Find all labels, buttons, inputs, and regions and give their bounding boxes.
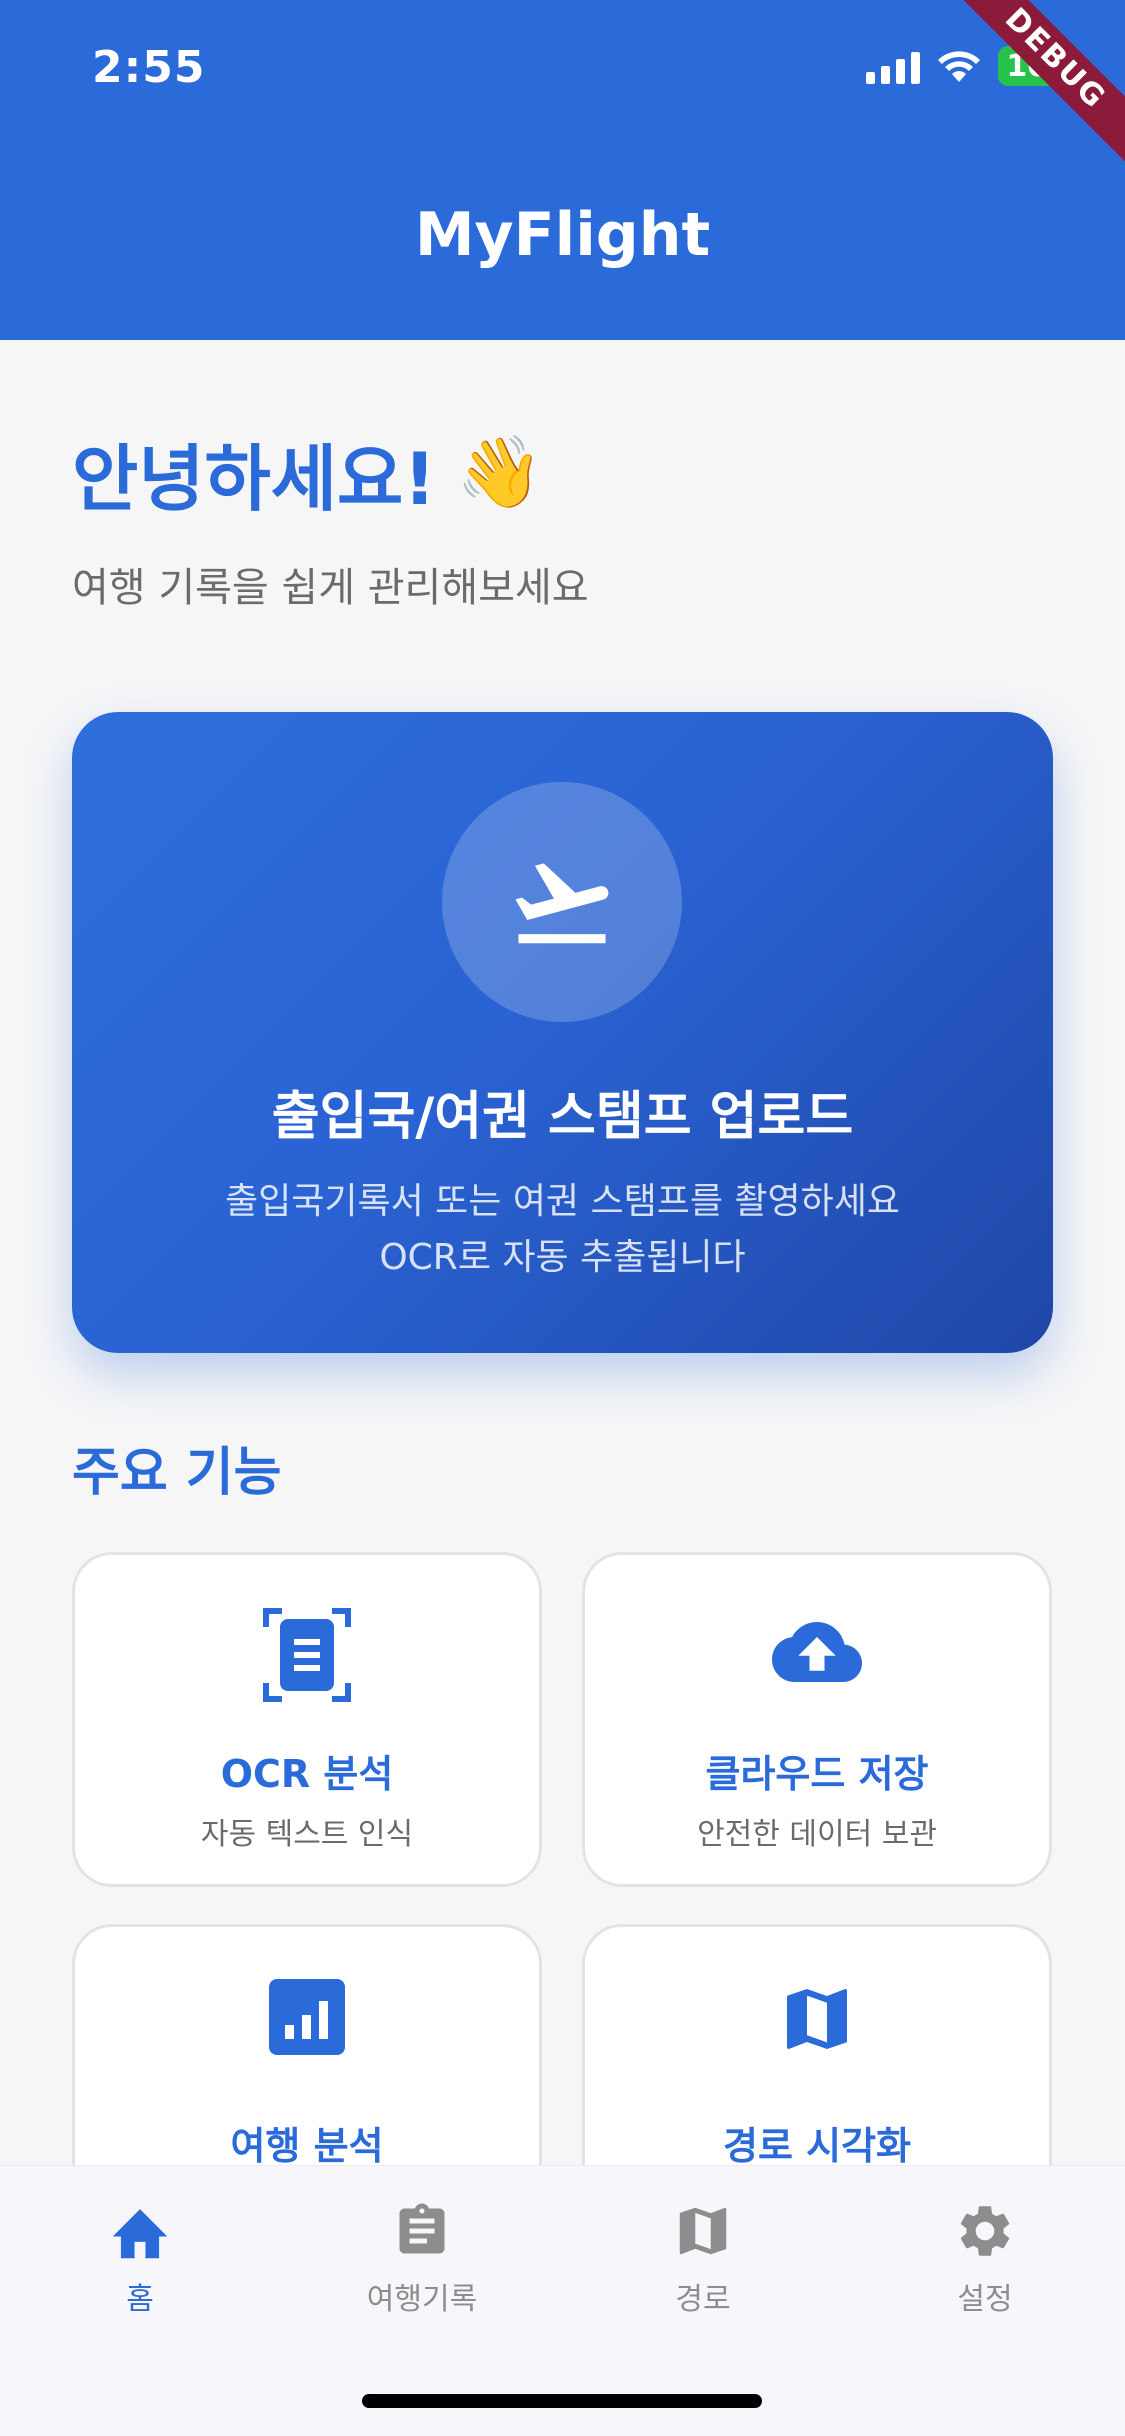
home-icon <box>112 2209 168 2259</box>
upload-description: 출입국기록서 또는 여권 스탬프를 촬영하세요 OCR로 자동 추출됩니다 <box>72 1174 1053 1286</box>
nav-label: 경로 <box>675 2282 731 2317</box>
feature-card-ocr[interactable]: OCR 분석 자동 텍스트 인식 <box>72 1552 542 1887</box>
greeting-subtitle: 여행 기록을 쉽게 관리해보세요 <box>72 565 589 611</box>
nav-label: 여행기록 <box>366 2282 478 2317</box>
cloud-upload-icon <box>772 1622 862 1682</box>
waving-hand-icon: 👋 <box>456 431 544 513</box>
cellular-signal-icon <box>866 48 921 84</box>
feature-title: 클라우드 저장 <box>705 1752 929 1796</box>
wifi-icon <box>938 51 981 82</box>
upload-title: 출입국/여권 스탬프 업로드 <box>271 1087 854 1147</box>
feature-title: OCR 분석 <box>220 1752 394 1796</box>
home-indicator <box>362 2394 762 2408</box>
greeting: 안녕하세요! 👋 <box>72 420 543 525</box>
map-icon <box>679 2207 727 2255</box>
document-scanner-icon <box>263 1608 351 1702</box>
feature-desc: 자동 텍스트 인식 <box>200 1817 414 1852</box>
app-header: 2:55 100 DEBUG MyFlight <box>0 0 1125 340</box>
gear-icon <box>960 2206 1010 2256</box>
feature-title: 경로 시각화 <box>722 2124 912 2168</box>
map-icon <box>787 1989 847 2049</box>
upload-icon-circle <box>442 782 682 1022</box>
clipboard-icon <box>399 2203 445 2254</box>
greeting-title: 안녕하세요! <box>72 437 437 521</box>
upload-desc-line2: OCR로 자동 추출됩니다 <box>379 1237 746 1278</box>
upload-card[interactable]: 출입국/여권 스탬프 업로드 출입국기록서 또는 여권 스탬프를 촬영하세요 O… <box>72 712 1053 1353</box>
page-title: MyFlight <box>414 200 711 270</box>
feature-title: 여행 분석 <box>230 2124 384 2168</box>
feature-card-cloud[interactable]: 클라우드 저장 안전한 데이터 보관 <box>582 1552 1052 1887</box>
nav-item-records[interactable]: 여행기록 <box>322 2196 522 2318</box>
debug-banner: DEBUG <box>939 0 1125 175</box>
nav-label: 설정 <box>957 2282 1013 2317</box>
status-time: 2:55 <box>92 42 206 93</box>
upload-desc-line1: 출입국기록서 또는 여권 스탬프를 촬영하세요 <box>224 1181 901 1222</box>
app-screen: 2:55 100 DEBUG MyFlight 안녕하세요! 👋 여행 기록을 … <box>0 0 1125 2436</box>
nav-item-route[interactable]: 경로 <box>603 2196 803 2318</box>
bar-chart-icon <box>269 1979 345 2055</box>
nav-label: 홈 <box>126 2282 154 2317</box>
features-section-title: 주요 기능 <box>72 1443 282 1503</box>
feature-desc: 안전한 데이터 보관 <box>697 1817 937 1852</box>
flight-takeoff-icon <box>515 863 609 944</box>
nav-item-settings[interactable]: 설정 <box>885 2196 1085 2318</box>
nav-item-home[interactable]: 홈 <box>40 2196 240 2318</box>
